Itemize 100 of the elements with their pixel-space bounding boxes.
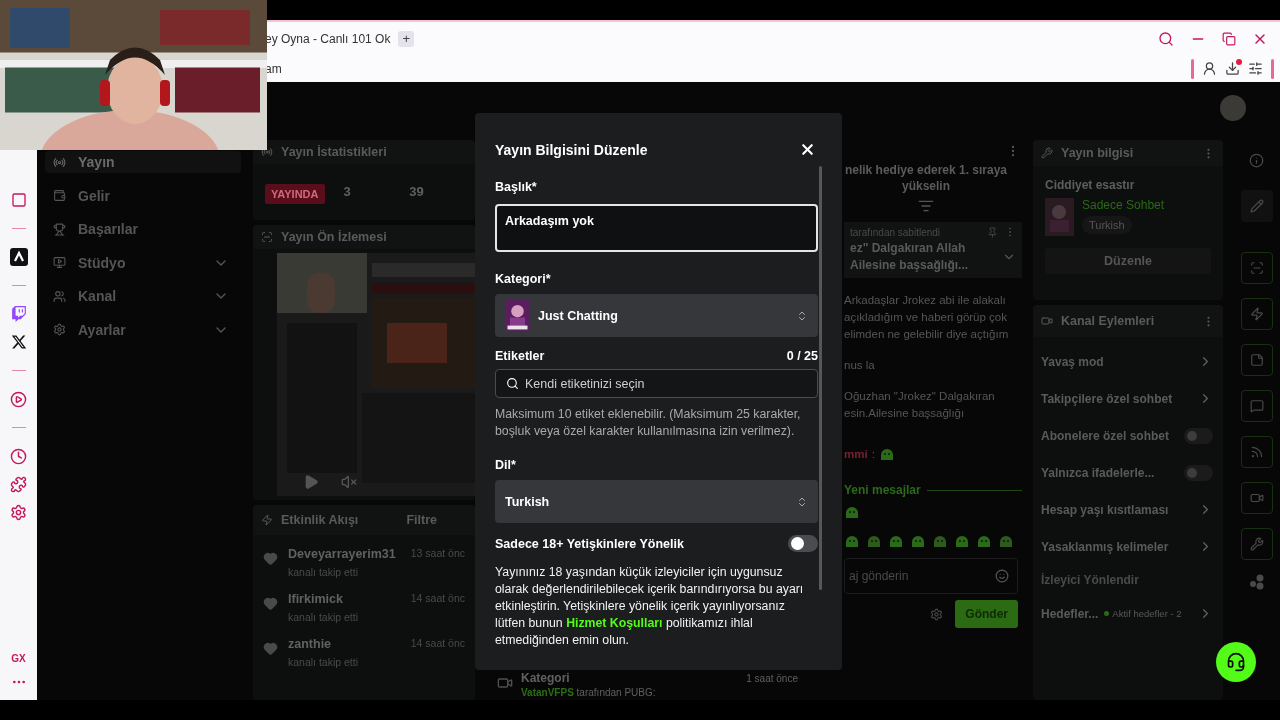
action-row[interactable]: Hesap yaşı kısıtlaması	[1033, 491, 1223, 528]
stat-value: 3	[343, 184, 352, 199]
chat-message: elimden ne gelebilir diye açtığım	[844, 327, 1010, 342]
send-button[interactable]: Gönder	[955, 600, 1018, 628]
nav-item[interactable]: Yayın	[45, 151, 241, 173]
action-label: Abonelere özel sohbet	[1041, 428, 1171, 443]
feed-title: Kategori	[521, 671, 571, 685]
category-select[interactable]: Just Chatting	[495, 294, 818, 337]
play-icon[interactable]	[10, 390, 27, 408]
emote-icon	[976, 534, 992, 550]
section-label: İzleyici Yönlendir	[1041, 573, 1140, 587]
dialog-title: Yayın Bilgisini Düzenle	[495, 141, 648, 158]
chat-icon	[1249, 399, 1264, 413]
tag-search-field[interactable]: Kendi etiketinizi seçin	[495, 369, 818, 398]
tool-button[interactable]	[1240, 298, 1273, 330]
menu-icon[interactable]	[1248, 61, 1263, 76]
nav-item[interactable]: Gelir	[45, 184, 241, 207]
tool-button[interactable]	[1240, 436, 1273, 468]
message-field[interactable]: aj gönderin	[844, 558, 1018, 594]
panel-title: Yayın bilgisi	[1061, 146, 1135, 160]
nav-item[interactable]: Kanal	[45, 285, 241, 307]
filter-icon[interactable]	[918, 198, 934, 214]
close-icon[interactable]	[799, 141, 816, 158]
puzzle-icon[interactable]	[10, 475, 27, 493]
filter-button[interactable]: Filtre	[406, 513, 437, 527]
timestamp: 1 saat önce	[746, 673, 798, 685]
nav-icon	[53, 155, 66, 169]
wrench-icon	[1249, 537, 1264, 551]
pin-icon[interactable]	[987, 226, 998, 238]
pinned-text: ez" Dalgakıran Allah	[850, 240, 967, 257]
terms-link[interactable]: Hizmet Koşulları	[566, 616, 663, 630]
dots-icon[interactable]	[1247, 574, 1266, 590]
tag-count: 0 / 25	[786, 349, 818, 363]
edit-tool[interactable]	[1240, 190, 1273, 222]
new-tab-button[interactable]: +	[398, 30, 415, 47]
chat-message: nus la	[844, 358, 876, 373]
emote-icon	[844, 505, 860, 521]
settings-icon[interactable]	[10, 503, 27, 521]
action-row[interactable]: Yasaklanmış kelimeler	[1033, 528, 1223, 565]
action-row[interactable]: Hedefler... Aktif hedefler - 2	[1033, 595, 1223, 632]
nav-item[interactable]: Başarılar	[45, 218, 241, 240]
headset-icon	[1226, 652, 1246, 672]
video-icon	[497, 675, 513, 691]
toggle[interactable]	[1184, 464, 1213, 481]
field-label: Etiketler	[495, 349, 545, 363]
separator: :	[871, 447, 875, 462]
tool-button[interactable]	[1240, 344, 1273, 376]
heart-icon	[263, 596, 278, 611]
nav-icon	[53, 289, 66, 303]
emote-icon	[998, 534, 1014, 550]
wrench-icon	[1041, 147, 1053, 159]
info-icon[interactable]	[1249, 152, 1264, 168]
chat-message: esin.Ailesine başsağlığı	[844, 406, 966, 421]
download-icon[interactable]	[1225, 61, 1240, 76]
emoji-icon[interactable]	[995, 569, 1009, 583]
panel-title: Etkinlik Akışı	[281, 513, 360, 527]
category-link[interactable]: Sadece Sohbet	[1082, 198, 1165, 212]
tool-button[interactable]	[1240, 390, 1273, 422]
title-field[interactable]: Arkadaşım yok	[495, 204, 818, 252]
language-select[interactable]: Turkish	[495, 480, 818, 523]
username: Deveyarrayerim31	[288, 547, 397, 561]
description-text: Yayınınız 18 yaşından küçük izleyiciler için uygunsuz olarak değerlendirilebilecek içerik barındırıyorsa bu ayarı etkinleştirin. Yetişkinlere yönelik içerik yayınlıyorsanız lütfen bunun Hizmet Koşulları politikamızı ihlal etmediğinden emin olun.	[495, 564, 805, 649]
history-icon[interactable]	[10, 447, 27, 465]
heart-icon	[263, 551, 278, 566]
tool-button[interactable]	[1240, 252, 1273, 284]
restore-icon[interactable]	[1222, 31, 1236, 46]
app-icon[interactable]	[9, 248, 28, 266]
toggle[interactable]	[1184, 427, 1213, 444]
new-messages-label: Yeni mesajlar	[844, 483, 921, 497]
username: mmi	[844, 447, 868, 462]
action-row[interactable]: Yavaş mod	[1033, 343, 1223, 380]
help-button[interactable]	[1216, 642, 1256, 682]
scan-icon	[1249, 261, 1264, 275]
play-icon[interactable]	[303, 474, 319, 490]
action-row[interactable]: Takipçilere özel sohbet	[1033, 380, 1223, 417]
tool-button[interactable]	[1240, 528, 1273, 560]
avatar[interactable]	[1220, 95, 1246, 121]
broadcast-icon	[1249, 445, 1264, 459]
field-label: Dil*	[495, 458, 516, 472]
edit-button[interactable]: Düzenle	[1045, 248, 1211, 274]
twitch-icon[interactable]	[10, 306, 27, 322]
live-badge: YAYINDA	[265, 184, 325, 204]
scrollbar[interactable]	[819, 166, 822, 590]
emote-icon	[844, 534, 860, 550]
toggle[interactable]	[788, 535, 818, 552]
field-label: Kategori*	[495, 272, 551, 286]
nav-item[interactable]: Stüdyo	[45, 251, 241, 274]
hint-text: Maksimum 10 etiket eklenebilir. (Maksimum 25 karakter, boşluk veya özel karakter kullanılmasına izin verilmez).	[495, 406, 802, 440]
nav-item[interactable]: Ayarlar	[45, 318, 241, 341]
broadcast-icon	[261, 146, 273, 158]
profile-icon[interactable]	[1202, 61, 1217, 76]
note-icon	[1249, 353, 1264, 367]
x-icon[interactable]	[10, 334, 27, 350]
search-icon[interactable]	[1158, 30, 1174, 47]
panel-title: Yayın Ön İzlemesi	[281, 230, 388, 244]
chat-message: Arkadaşlar Jrokez abi ile alakalı	[844, 293, 1007, 308]
mute-icon[interactable]	[341, 474, 357, 490]
search-icon	[506, 377, 519, 390]
field-label: Başlık*	[495, 180, 538, 194]
tool-button[interactable]	[1240, 482, 1273, 514]
